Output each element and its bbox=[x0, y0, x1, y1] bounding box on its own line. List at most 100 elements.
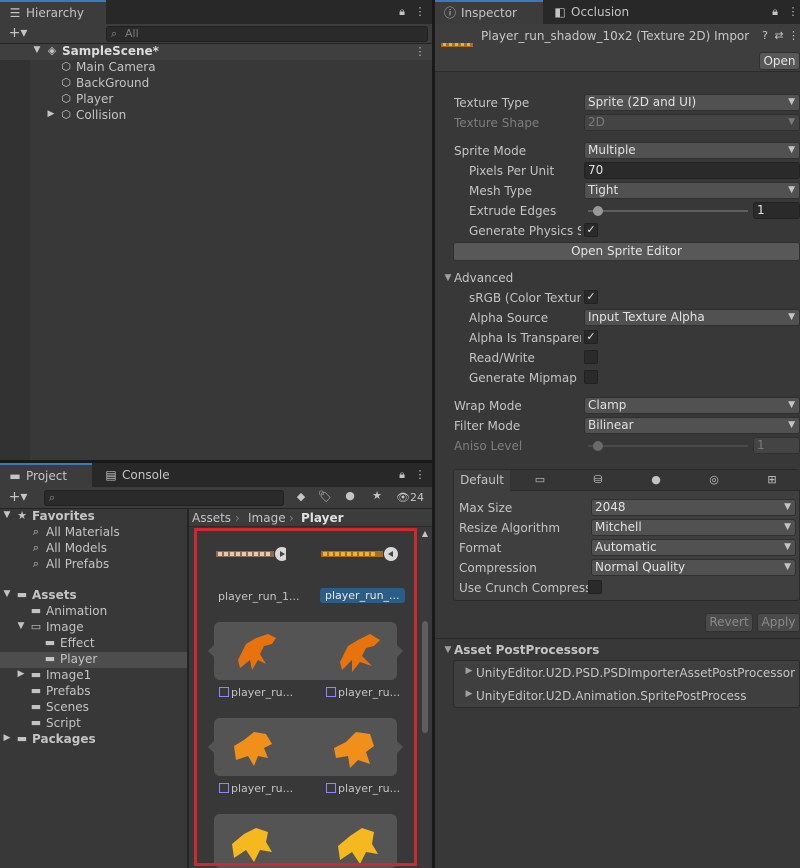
mesh-type-dropdown[interactable]: Tight ▼ bbox=[584, 182, 800, 199]
lock-icon[interactable]: 🔒︎ bbox=[396, 468, 408, 482]
tree-animation[interactable]: ▬ Animation bbox=[0, 604, 187, 620]
add-create-button[interactable]: +▾ bbox=[4, 25, 32, 41]
project-search-input[interactable]: ⌕ bbox=[44, 490, 284, 506]
alpha-source-dropdown[interactable]: Input Texture Alpha ▼ bbox=[584, 309, 800, 326]
alpha-transparency-checkbox[interactable]: ✓ bbox=[584, 330, 598, 344]
scrollbar-thumb[interactable] bbox=[422, 621, 428, 733]
log-filter-icon[interactable]: ● bbox=[342, 489, 358, 502]
search-icon: ⌕ bbox=[32, 541, 40, 554]
tree-player-selected[interactable]: ▬ Player bbox=[0, 652, 187, 668]
breadcrumb-assets[interactable]: Assets bbox=[192, 511, 231, 525]
favorite-star-icon[interactable]: ★ bbox=[370, 489, 384, 502]
tab-hierarchy[interactable]: ☰ Hierarchy bbox=[0, 0, 106, 24]
physics-shape-checkbox[interactable]: ✓ bbox=[584, 223, 598, 237]
hierarchy-search-input[interactable]: ⌕ All bbox=[106, 26, 428, 42]
format-dropdown[interactable]: Automatic ▼ bbox=[591, 539, 796, 556]
postprocessor-item[interactable]: ▶ UnityEditor.U2D.PSD.PSDImporterAssetPo… bbox=[454, 664, 800, 682]
grid-scrollbar[interactable]: ▲ bbox=[420, 529, 430, 868]
platform-tab-windows[interactable]: ⊞ bbox=[744, 473, 800, 486]
tree-script[interactable]: ▬ Script bbox=[0, 716, 187, 732]
hidden-packages-toggle[interactable]: 👁︎24 bbox=[396, 491, 424, 504]
more-options-icon[interactable]: ⋮ bbox=[788, 29, 799, 42]
collapse-arrow-icon[interactable]: ▶ bbox=[46, 109, 56, 119]
tree-fav-all-materials[interactable]: ⌕ All Materials bbox=[0, 525, 187, 541]
texture-type-dropdown[interactable]: Sprite (2D and UI) ▼ bbox=[584, 94, 800, 111]
tree-image1[interactable]: ▶ ▬ Image1 bbox=[0, 668, 187, 684]
presets-icon[interactable]: ⇄ bbox=[773, 29, 785, 42]
open-button[interactable]: Open bbox=[759, 52, 800, 70]
lock-icon[interactable]: 🔒︎ bbox=[396, 5, 408, 19]
hierarchy-item-collision[interactable]: ▶ ⬡ Collision bbox=[0, 108, 432, 124]
generate-mipmap-checkbox[interactable] bbox=[584, 370, 598, 384]
platform-tab-server[interactable]: ⛁ bbox=[570, 473, 626, 486]
more-options-icon[interactable]: ⋮ bbox=[414, 468, 426, 481]
ppu-input[interactable]: 70 bbox=[584, 162, 800, 179]
sprite-mode-dropdown[interactable]: Multiple ▼ bbox=[584, 142, 800, 159]
folder-icon: ▬ bbox=[30, 716, 42, 729]
add-asset-button[interactable]: +▾ bbox=[4, 489, 32, 505]
tree-assets[interactable]: ▼ ▬ Assets bbox=[0, 588, 187, 604]
gameobject-icon: ⬡ bbox=[61, 76, 71, 89]
folder-icon: ▬ bbox=[9, 469, 21, 483]
breadcrumb-player[interactable]: Player bbox=[301, 511, 344, 525]
tree-image[interactable]: ▼ ▭ Image bbox=[0, 620, 187, 636]
revert-button[interactable]: Revert bbox=[705, 613, 753, 632]
more-options-icon[interactable]: ⋮ bbox=[787, 5, 799, 18]
hierarchy-item-player[interactable]: ⬡ Player bbox=[0, 92, 432, 108]
highlight-box bbox=[194, 528, 417, 866]
tree-prefabs[interactable]: ▬ Prefabs bbox=[0, 684, 187, 700]
compression-dropdown[interactable]: Normal Quality ▼ bbox=[591, 559, 796, 576]
extrude-slider-thumb[interactable] bbox=[592, 206, 603, 216]
expand-arrow-icon[interactable]: ▼ bbox=[32, 45, 42, 55]
platform-tab-standalone[interactable]: ▭ bbox=[512, 473, 568, 486]
advanced-foldout[interactable]: ▼ Advanced bbox=[443, 271, 643, 287]
platform-tab-ios[interactable]: ● bbox=[628, 473, 684, 486]
folder-icon: ▬ bbox=[44, 652, 56, 665]
platform-tab-webgl[interactable]: ◎ bbox=[686, 473, 742, 486]
postprocessor-item[interactable]: ▶ UnityEditor.U2D.Animation.SpritePostPr… bbox=[454, 687, 800, 705]
help-icon[interactable]: ? bbox=[759, 29, 771, 42]
expand-arrow-icon[interactable]: ▼ bbox=[16, 621, 26, 631]
breadcrumb-image[interactable]: Image bbox=[248, 511, 286, 525]
collapse-arrow-icon[interactable]: ▶ bbox=[16, 669, 26, 679]
tree-effect[interactable]: ▬ Effect bbox=[0, 636, 187, 652]
extrude-slider-track[interactable] bbox=[588, 210, 748, 212]
lock-icon[interactable]: 🔒︎ bbox=[769, 5, 781, 19]
read-write-checkbox[interactable] bbox=[584, 350, 598, 364]
expand-arrow-icon[interactable]: ▼ bbox=[2, 589, 12, 599]
tree-packages[interactable]: ▶ ▬ Packages bbox=[0, 732, 187, 748]
srgb-label: sRGB (Color Texture bbox=[469, 291, 581, 305]
open-sprite-editor-button[interactable]: Open Sprite Editor bbox=[453, 242, 800, 261]
filter-mode-dropdown[interactable]: Bilinear ▼ bbox=[584, 417, 800, 434]
platform-tab-default[interactable]: Default bbox=[454, 470, 510, 491]
hierarchy-item-background[interactable]: ⬡ BackGround bbox=[0, 76, 432, 92]
scroll-up-icon[interactable]: ▲ bbox=[420, 529, 430, 538]
max-size-dropdown[interactable]: 2048 ▼ bbox=[591, 499, 796, 516]
srgb-checkbox[interactable]: ✓ bbox=[584, 290, 598, 304]
tree-scenes[interactable]: ▬ Scenes bbox=[0, 700, 187, 716]
more-options-icon[interactable]: ⋮ bbox=[414, 5, 426, 18]
extrude-input[interactable]: 1 bbox=[753, 202, 800, 219]
wrap-mode-dropdown[interactable]: Clamp ▼ bbox=[584, 397, 800, 414]
postprocessors-foldout[interactable]: ▼ Asset PostProcessors bbox=[443, 643, 743, 659]
platform-tabs: Default ▭ ⛁ ● ◎ ⊞ bbox=[454, 470, 800, 491]
collapse-arrow-icon[interactable]: ▶ bbox=[2, 733, 12, 743]
tab-inspector[interactable]: ⓘ Inspector bbox=[435, 0, 543, 24]
crunch-compression-checkbox[interactable] bbox=[588, 580, 602, 594]
main-splitter[interactable] bbox=[432, 0, 435, 868]
tab-project[interactable]: ▬ Project bbox=[0, 463, 92, 487]
tree-fav-all-prefabs[interactable]: ⌕ All Prefabs bbox=[0, 557, 187, 573]
resize-algorithm-dropdown[interactable]: Mitchell ▼ bbox=[591, 519, 796, 536]
tree-favorites[interactable]: ▼ ★ Favorites bbox=[0, 509, 187, 525]
hierarchy-item-main-camera[interactable]: ⬡ Main Camera bbox=[0, 60, 432, 76]
expand-arrow-icon[interactable]: ▼ bbox=[2, 510, 12, 520]
label-filter-icon[interactable]: 🏷︎ bbox=[318, 490, 332, 503]
dropdown-arrow-icon: ▼ bbox=[784, 522, 791, 532]
tab-occlusion[interactable]: ◧ Occlusion bbox=[545, 0, 655, 24]
scene-more-icon[interactable]: ⋮ bbox=[414, 45, 426, 58]
scene-row[interactable]: ▼ ◈ SampleScene* ⋮ bbox=[0, 44, 432, 60]
tab-console[interactable]: ▤ Console bbox=[96, 463, 196, 487]
search-by-type-icon[interactable]: ◆ bbox=[294, 490, 308, 503]
tree-fav-all-models[interactable]: ⌕ All Models bbox=[0, 541, 187, 557]
apply-button[interactable]: Apply bbox=[757, 613, 800, 632]
